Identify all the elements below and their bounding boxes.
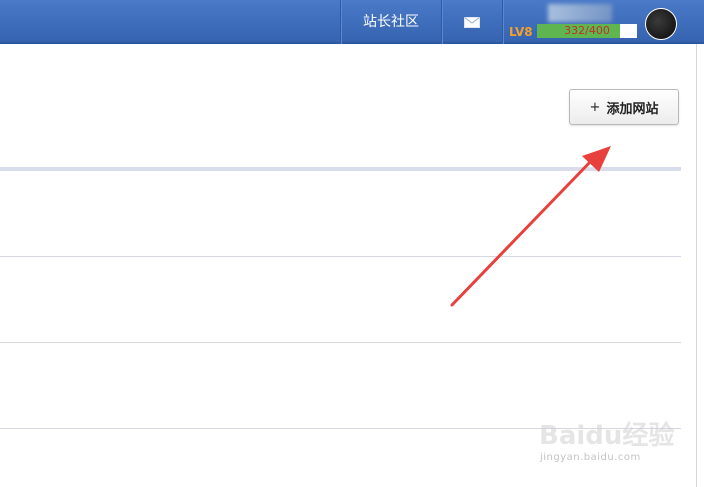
page-right-border <box>696 44 697 487</box>
add-site-button[interactable]: + 添加网站 <box>569 89 679 125</box>
level-progress-text: 332/400 <box>564 24 610 37</box>
red-arrow-annotation <box>450 146 611 307</box>
nav-community-link[interactable]: 站长社区 <box>342 0 440 44</box>
username-blurred <box>548 4 612 22</box>
page: 站长社区 LV8 332/400 + 添加网站 Baidu经验 jingyan.… <box>0 0 704 487</box>
mail-button[interactable] <box>442 0 502 44</box>
plus-icon: + <box>589 99 601 115</box>
watermark-url: jingyan.baidu.com <box>540 452 641 463</box>
table-header-divider <box>0 167 681 171</box>
level-progress-bar: 332/400 <box>537 24 637 38</box>
watermark-logo-text: Baidu经验 <box>539 420 674 451</box>
user-avatar-icon[interactable] <box>645 8 677 40</box>
user-level-label: LV8 <box>509 25 533 39</box>
mail-icon <box>464 16 480 28</box>
nav-separator <box>340 0 341 44</box>
table-row-divider <box>0 256 681 257</box>
add-site-label: 添加网站 <box>606 101 659 117</box>
nav-separator <box>502 0 503 44</box>
top-navigation-bar: 站长社区 LV8 332/400 <box>0 0 704 44</box>
table-row-divider <box>0 342 681 343</box>
table-row-divider <box>0 428 681 429</box>
